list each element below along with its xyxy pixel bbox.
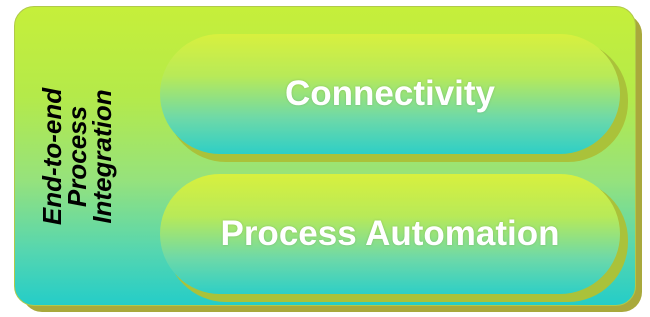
side-label-text: End-to-end Process Integration	[38, 87, 118, 224]
process-automation-label: Process Automation	[220, 214, 560, 253]
side-label-line-3: Integration	[87, 88, 118, 224]
connectivity-box: Connectivity	[160, 34, 620, 154]
connectivity-label: Connectivity	[284, 74, 496, 113]
side-label: End-to-end Process Integration	[16, 58, 140, 254]
process-automation-box: Process Automation	[160, 174, 620, 294]
